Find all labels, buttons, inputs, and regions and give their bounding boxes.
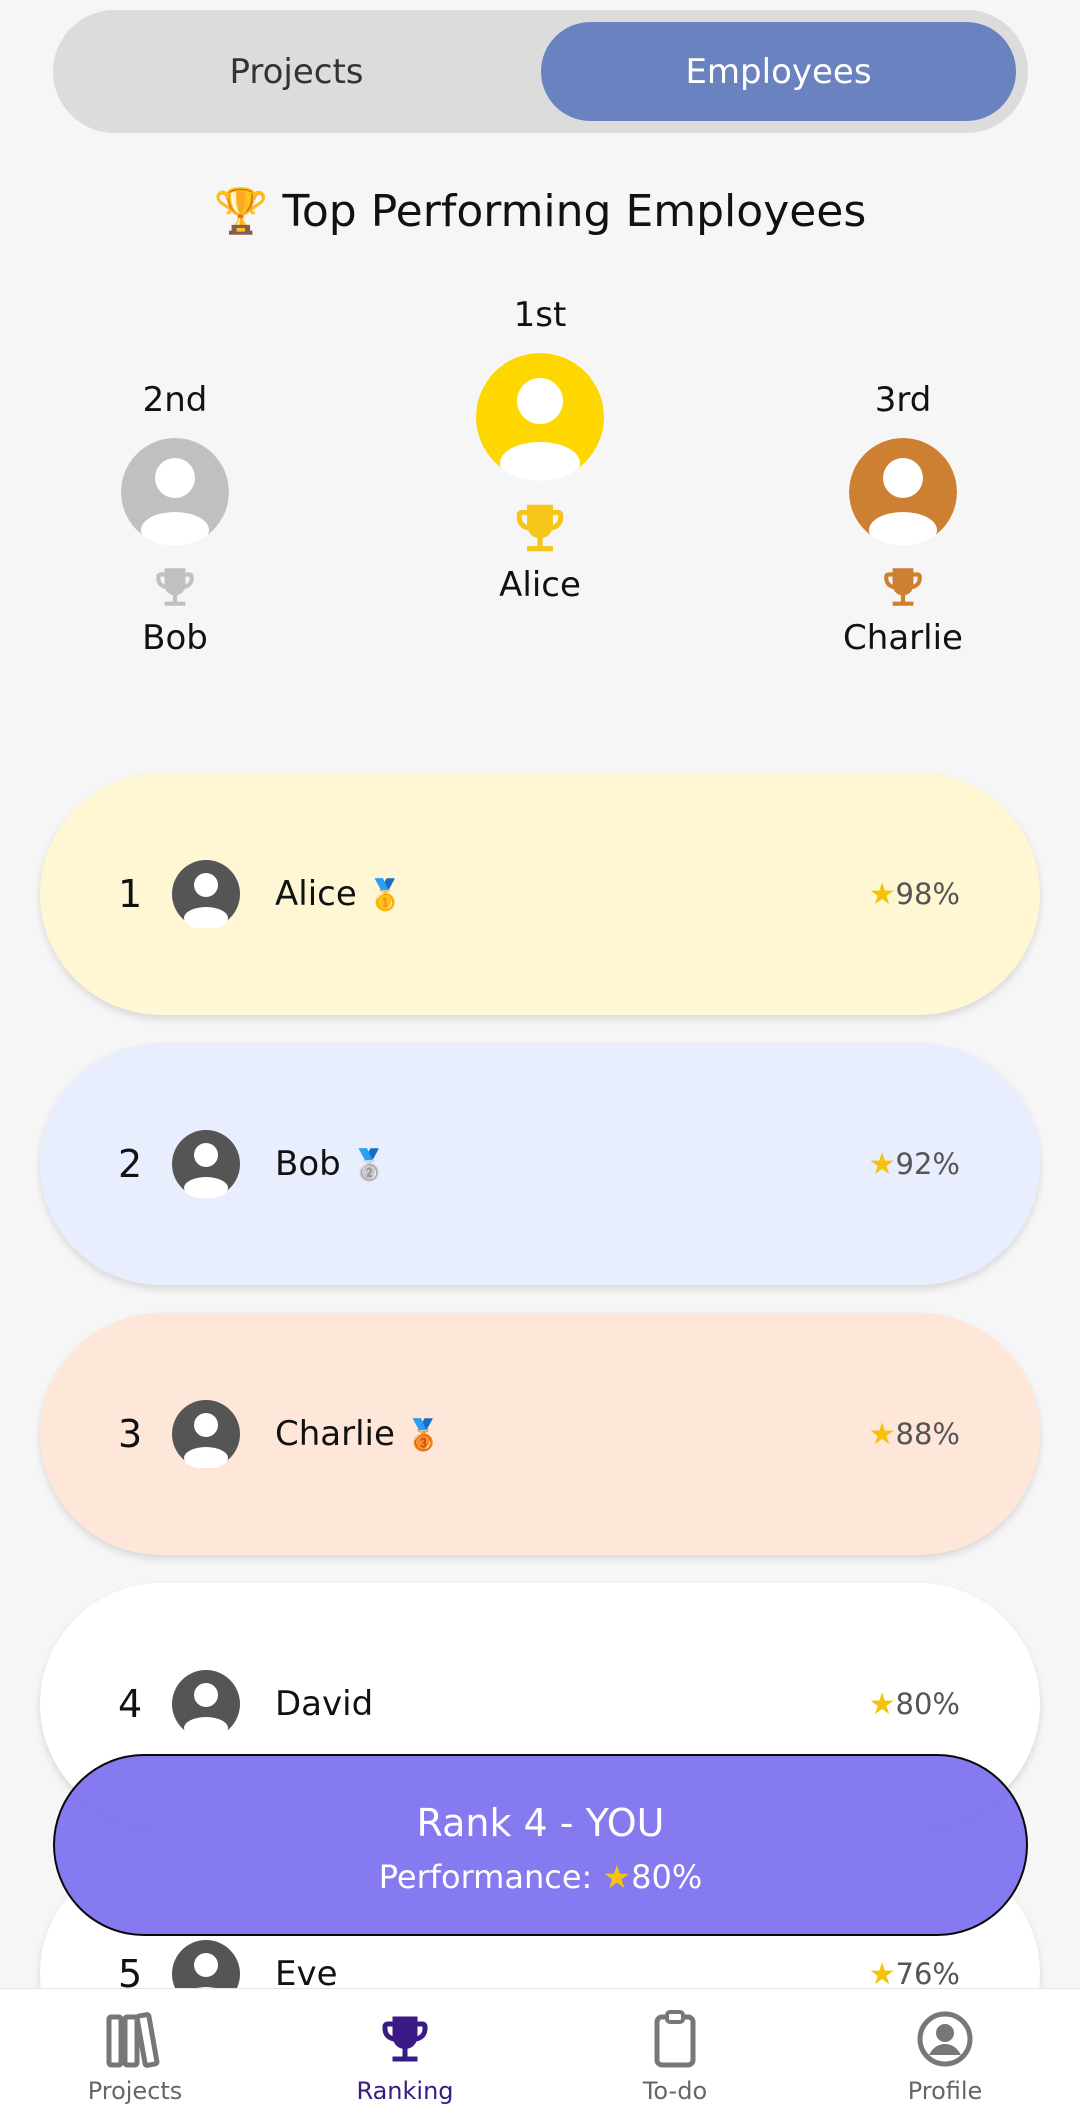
segmented-tab-bar: Projects Employees	[53, 10, 1028, 133]
score: ★98%	[869, 877, 960, 912]
employee-name: Charlie	[275, 1414, 395, 1454]
rank-number: 1	[118, 872, 143, 916]
avatar-icon	[172, 860, 240, 928]
employee-name: David	[275, 1684, 374, 1724]
current-user-performance: Performance: ★80%	[55, 1858, 1026, 1896]
trophy-icon	[382, 2016, 428, 2062]
star-icon: ★	[868, 876, 896, 912]
current-user-rank-title: Rank 4 - YOU	[416, 1801, 665, 1845]
podium-third[interactable]: 3rd Charlie	[793, 380, 1013, 658]
employee-name: Bob	[275, 1144, 341, 1184]
employee-name-wrap: Charlie 🥉	[275, 1414, 442, 1454]
avatar-icon	[172, 1130, 240, 1198]
avatar-icon	[849, 438, 957, 546]
score-value: 98%	[895, 876, 960, 911]
avatar-icon	[172, 1670, 240, 1738]
nav-projects[interactable]: Projects	[0, 1989, 270, 2118]
nav-label: Ranking	[356, 2077, 454, 2105]
nav-label: Projects	[87, 2077, 183, 2105]
trophy-emoji-icon: 🏆	[213, 186, 269, 237]
podium-name: Alice	[499, 565, 581, 605]
podium-place-label: 3rd	[874, 380, 932, 420]
employee-name-wrap: Bob 🥈	[275, 1144, 388, 1184]
performance-value: 80%	[631, 1858, 703, 1896]
score: ★80%	[869, 1687, 960, 1722]
score: ★76%	[869, 1957, 960, 1992]
avatar-icon	[121, 438, 229, 546]
trophy-icon	[516, 504, 564, 552]
account-circle-icon	[917, 2011, 973, 2067]
ranking-row-2[interactable]: 2 Bob 🥈 ★92%	[40, 1043, 1040, 1285]
podium-place-label: 1st	[513, 295, 567, 335]
rank-number: 4	[118, 1682, 143, 1726]
nav-profile[interactable]: Profile	[810, 1989, 1080, 2118]
podium-second[interactable]: 2nd Bob	[65, 380, 285, 658]
trophy-icon	[156, 568, 194, 606]
star-icon: ★	[868, 1686, 896, 1722]
score: ★88%	[869, 1417, 960, 1452]
score-value: 92%	[895, 1146, 960, 1181]
avatar-icon	[476, 353, 604, 481]
star-icon: ★	[602, 1858, 632, 1896]
trophy-icon	[884, 568, 922, 606]
rank-number: 2	[118, 1142, 143, 1186]
nav-label: Profile	[907, 2077, 983, 2105]
star-icon: ★	[868, 1956, 896, 1992]
books-icon	[106, 2012, 160, 2068]
podium-place-label: 2nd	[142, 380, 208, 420]
tab-employees[interactable]: Employees	[541, 22, 1016, 121]
performance-label: Performance:	[378, 1858, 593, 1896]
rank-number: 3	[118, 1412, 143, 1456]
score-value: 76%	[895, 1956, 960, 1991]
nav-todo[interactable]: To-do	[540, 1989, 810, 2118]
podium-name: Bob	[142, 618, 208, 658]
score-value: 80%	[895, 1686, 960, 1721]
page-title-text: Top Performing Employees	[282, 186, 867, 237]
silver-medal-icon: 🥈	[350, 1148, 389, 1183]
bronze-medal-icon: 🥉	[404, 1418, 443, 1453]
gold-medal-icon: 🥇	[366, 878, 405, 913]
page-title: 🏆 Top Performing Employees	[0, 185, 1080, 237]
tab-projects[interactable]: Projects	[65, 22, 528, 121]
star-icon: ★	[868, 1416, 896, 1452]
podium-name: Charlie	[843, 618, 963, 658]
clipboard-icon	[654, 2010, 696, 2068]
score-value: 88%	[895, 1416, 960, 1451]
current-user-rank-card[interactable]: Rank 4 - YOU Performance: ★80%	[53, 1754, 1028, 1936]
bottom-navigation: Projects Ranking To-do Profile	[0, 1988, 1080, 2118]
nav-label: To-do	[642, 2077, 708, 2105]
employee-name: Alice	[275, 874, 357, 914]
star-icon: ★	[868, 1146, 896, 1182]
employee-name-wrap: Alice 🥇	[275, 874, 404, 914]
nav-ranking[interactable]: Ranking	[270, 1989, 540, 2118]
ranking-row-3[interactable]: 3 Charlie 🥉 ★88%	[40, 1313, 1040, 1555]
avatar-icon	[172, 1400, 240, 1468]
ranking-row-1[interactable]: 1 Alice 🥇 ★98%	[40, 773, 1040, 1015]
podium-first[interactable]: 1st Alice	[430, 295, 650, 605]
score: ★92%	[869, 1147, 960, 1182]
